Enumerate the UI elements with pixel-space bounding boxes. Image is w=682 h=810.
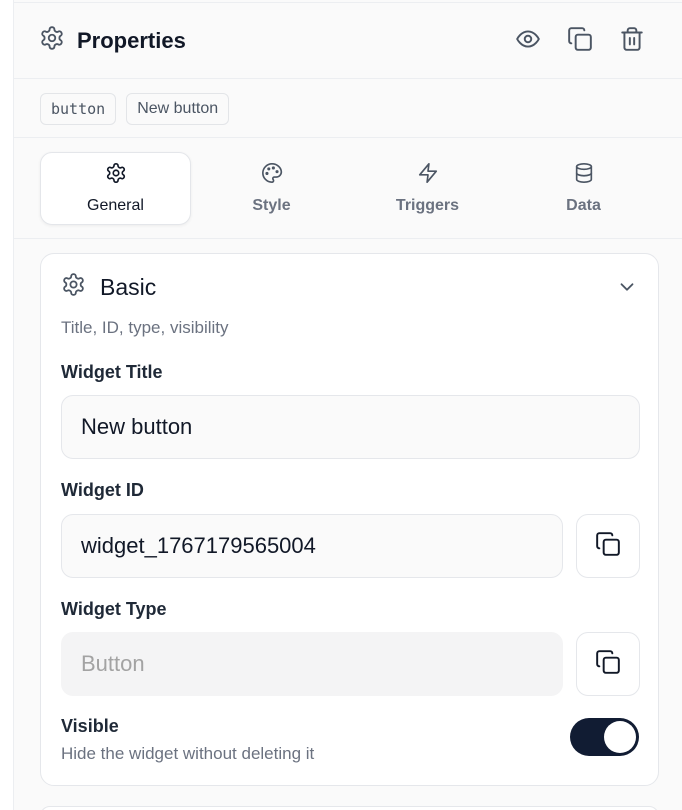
tab-label: General [87,197,144,214]
delete-button[interactable] [616,25,648,57]
properties-panel: Properties button New button General Sty… [13,0,682,810]
section-header[interactable]: Basic [61,272,638,303]
panel-title: Properties [77,27,186,53]
widget-id-input[interactable]: widget_1767179565004 [61,514,563,578]
tab-triggers[interactable]: Triggers [352,152,503,225]
tab-data[interactable]: Data [508,152,659,225]
trash-icon [619,26,645,57]
section-description: Title, ID, type, visibility [61,318,229,337]
gear-icon [105,162,127,189]
chevron-down-icon[interactable] [616,276,638,303]
copy-icon [595,649,621,680]
copy-icon [567,26,593,57]
visible-label: Visible [61,716,119,736]
preview-button[interactable] [512,25,544,57]
panel-header: Properties [14,3,682,79]
database-icon [573,162,595,189]
tab-general[interactable]: General [40,152,191,225]
gear-icon [39,25,65,56]
copy-icon [595,531,621,562]
eye-icon [515,26,541,57]
next-section-card [40,806,659,810]
widget-title-label: Widget Title [61,362,163,382]
widget-name-tag: New button [126,92,230,125]
widget-title-input[interactable]: New button [61,395,640,459]
gear-icon [61,272,86,302]
tab-label: Data [566,197,601,214]
property-tabs: General Style Triggers Data [14,139,682,239]
tab-style[interactable]: Style [196,152,347,225]
duplicate-button[interactable] [564,25,596,57]
toggle-knob [604,721,636,753]
copy-widget-id-button[interactable] [576,514,640,578]
basic-section: Basic Title, ID, type, visibility Widget… [40,253,659,786]
header-actions [512,25,648,57]
tab-label: Style [252,197,291,214]
visible-toggle[interactable] [570,718,639,756]
copy-widget-type-button[interactable] [576,632,640,696]
tab-label: Triggers [395,197,460,214]
lightning-icon [417,162,439,189]
widget-type-input[interactable]: Button [61,632,563,696]
palette-icon [261,162,283,189]
widget-type-label: Widget Type [61,599,167,619]
section-title: Basic [100,273,157,300]
widget-type-tag: button [40,92,117,125]
widget-id-label: Widget ID [61,480,144,500]
visible-description: Hide the widget without deleting it [61,744,315,763]
widget-tags: button New button [14,80,682,138]
